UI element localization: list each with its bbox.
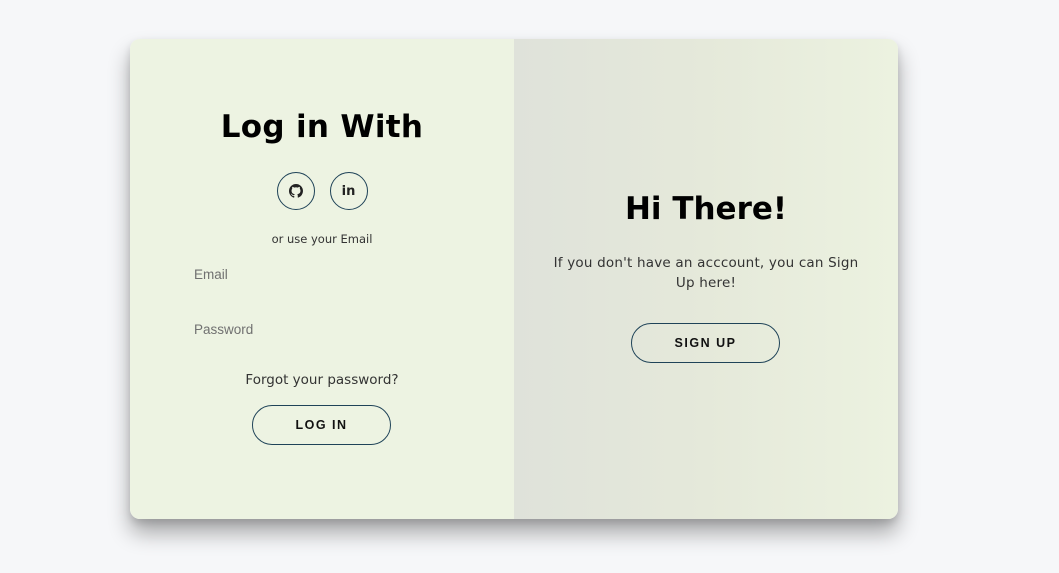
login-button[interactable]: LOG IN (252, 405, 391, 445)
signup-button[interactable]: SIGN UP (631, 323, 780, 363)
linkedin-login-button[interactable]: in (329, 172, 368, 210)
login-title: Log in With (220, 109, 424, 145)
forgot-password-link[interactable]: Forgot your password? (130, 372, 514, 388)
login-panel: Log in With in or use your Email Forgot … (130, 39, 514, 519)
email-option-text: or use your Email (271, 232, 373, 246)
signup-title: Hi There! (624, 191, 788, 227)
social-login-row: in (130, 172, 514, 210)
signup-panel: Hi There! If you don't have an acccount,… (514, 39, 898, 519)
linkedin-icon: in (341, 183, 356, 199)
signup-description: If you don't have an acccount, you can S… (553, 255, 859, 291)
auth-card: Log in With in or use your Email Forgot … (130, 39, 898, 519)
email-field[interactable] (194, 262, 450, 286)
github-login-button[interactable] (276, 172, 315, 210)
github-icon (288, 184, 303, 198)
password-field[interactable] (194, 317, 450, 341)
